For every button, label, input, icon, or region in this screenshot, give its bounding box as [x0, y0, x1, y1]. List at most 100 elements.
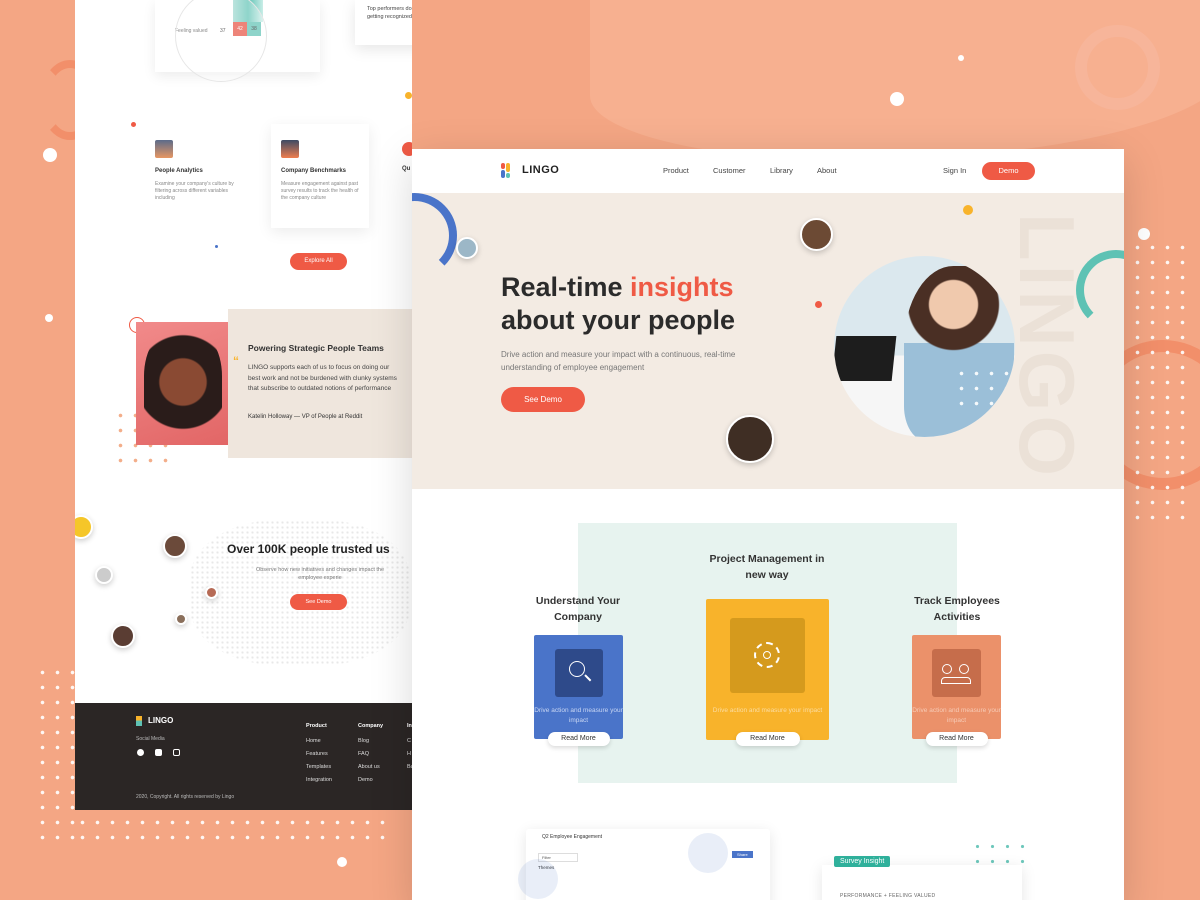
- left-feature-title: Understand Your Company: [535, 595, 621, 623]
- feature-people-analytics: People Analytics Examine your company's …: [155, 140, 245, 202]
- feature-title: Company Benchmarks: [281, 168, 347, 174]
- read-more-button[interactable]: Read More: [925, 732, 988, 746]
- explore-all-button[interactable]: Explore All: [290, 253, 347, 270]
- feature-partial: Qu: [402, 142, 412, 172]
- feature-desc: Examine your company's culture by filter…: [155, 181, 234, 201]
- person-silhouette: [144, 328, 222, 445]
- sign-in-link[interactable]: Sign In: [943, 166, 966, 175]
- background-dot: [337, 857, 347, 867]
- nav-product[interactable]: Product: [663, 166, 689, 175]
- nav-library[interactable]: Library: [770, 166, 793, 175]
- footer-link[interactable]: About us: [358, 761, 383, 774]
- logo-icon: [501, 163, 510, 178]
- background-dot: [958, 55, 964, 61]
- decor-glow: [688, 833, 728, 873]
- quote-card: Top performers don't feel like they're g…: [355, 0, 412, 45]
- decor-dot: [963, 205, 973, 215]
- feature-card-project: Drive action and measure your impact Rea…: [706, 599, 829, 746]
- read-more-button[interactable]: Read More: [547, 732, 610, 746]
- feature-card-track: Drive action and measure your impact Rea…: [912, 635, 1001, 746]
- user-avatar: [726, 415, 774, 463]
- card-text: Drive action and measure your impact: [712, 707, 823, 714]
- decor-dot: [131, 122, 136, 127]
- user-avatar: [456, 237, 478, 259]
- read-more-button[interactable]: Read More: [735, 732, 800, 746]
- instagram-icon[interactable]: [173, 749, 180, 756]
- feature-title: People Analytics: [155, 168, 203, 174]
- user-avatar: [95, 566, 113, 584]
- footer-link[interactable]: Features: [306, 748, 332, 761]
- facebook-icon[interactable]: [137, 749, 144, 756]
- survey-card: PERFORMANCE + FEELING VALUED: [822, 865, 1022, 900]
- front-page: LINGO Product Customer Library About Sig…: [412, 149, 1124, 900]
- nav-about[interactable]: About: [817, 166, 837, 175]
- hero-title-part: about your people: [501, 305, 736, 335]
- user-avatar: [75, 515, 93, 539]
- twitter-icon[interactable]: [155, 749, 162, 756]
- footer-col-product: Product Home Features Templates Integrat…: [306, 720, 332, 787]
- quote-mark-icon: “: [233, 354, 239, 368]
- testimonial-quote: LINGO supports each of us to focus on do…: [248, 364, 397, 392]
- background-dot: [890, 92, 904, 106]
- benchmark-icon: [281, 140, 299, 158]
- hero-photo: [834, 256, 1015, 437]
- share-button[interactable]: Share: [732, 851, 753, 858]
- background-dot: [43, 148, 57, 162]
- card-text: Drive action and measure your impact: [912, 707, 1001, 724]
- decor-glow: [518, 859, 558, 899]
- background-dot-grid: [35, 665, 75, 845]
- demo-button[interactable]: Demo: [982, 162, 1035, 180]
- feature-desc: Measure engagement against past survey r…: [281, 181, 359, 201]
- decor-arc: [412, 193, 457, 278]
- decor-dot-grid: [954, 366, 1009, 416]
- footer-col-company: Company Blog FAQ About us Demo: [358, 720, 383, 787]
- footer: LINGO Social Media Product Home Features…: [75, 703, 412, 810]
- user-avatar: [205, 586, 218, 599]
- feature-company-benchmarks: Company Benchmarks Measure engagement ag…: [271, 124, 369, 228]
- hero-title-part: Real-time: [501, 272, 631, 302]
- testimonial-author: Katelin Holloway — VP of People at Reddi…: [248, 414, 363, 420]
- right-feature-title: Track Employees Activities: [914, 595, 1000, 623]
- feature-card-understand: Drive action and measure your impact Rea…: [534, 635, 623, 746]
- decor-dot: [215, 245, 218, 248]
- background-dot-grid: [1130, 240, 1190, 520]
- footer-col-title: Product: [306, 723, 327, 729]
- copyright: 2020, Copyright. All rights reserved by …: [136, 794, 235, 800]
- footer-link[interactable]: Home: [306, 735, 332, 748]
- hero-see-demo-button[interactable]: See Demo: [501, 387, 585, 412]
- footer-logo-icon: [136, 716, 142, 726]
- hero-title-accent: insights: [630, 272, 734, 302]
- background-dot-grid: [75, 815, 395, 845]
- background-dot: [45, 314, 53, 322]
- footer-brand: LINGO: [148, 716, 174, 725]
- gear-arrows-icon: [730, 618, 805, 693]
- user-avatar: [111, 624, 135, 648]
- center-feature-title: Project Management in new way: [709, 553, 825, 581]
- footer-link[interactable]: Integration: [306, 774, 332, 787]
- hero-title: Real-time insights about your people: [501, 271, 735, 337]
- dashboard-preview: Q2 Employee Engagement Filter Themes Sha…: [518, 829, 770, 900]
- survey-sub: PERFORMANCE + FEELING VALUED: [840, 893, 936, 899]
- decor-dot: [815, 301, 822, 308]
- footer-col-title: Company: [358, 723, 384, 729]
- back-page: Feeling valued 37 42 38 Top performers d…: [75, 0, 412, 810]
- navbar: LINGO Product Customer Library About Sig…: [412, 149, 1124, 193]
- card-text: Drive action and measure your impact: [534, 707, 623, 724]
- social-label: Social Media: [136, 736, 165, 742]
- decor-dot: [405, 92, 412, 99]
- footer-link[interactable]: Templates: [306, 761, 332, 774]
- footer-link[interactable]: Demo: [358, 774, 383, 787]
- testimonial-title: Powering Strategic People Teams: [248, 343, 384, 353]
- user-avatar: [163, 534, 187, 558]
- nav-customer[interactable]: Customer: [713, 166, 746, 175]
- see-demo-button[interactable]: See Demo: [290, 594, 347, 610]
- hero-subtitle: Drive action and measure your impact wit…: [501, 350, 736, 372]
- dashboard-title: Q2 Employee Engagement: [542, 834, 603, 840]
- footer-link[interactable]: FAQ: [358, 748, 383, 761]
- user-avatar: [800, 218, 833, 251]
- user-avatar: [175, 613, 187, 625]
- search-user-icon: [555, 649, 603, 697]
- brand-name[interactable]: LINGO: [522, 164, 559, 176]
- background-ring: [1075, 25, 1160, 110]
- footer-link[interactable]: Blog: [358, 735, 383, 748]
